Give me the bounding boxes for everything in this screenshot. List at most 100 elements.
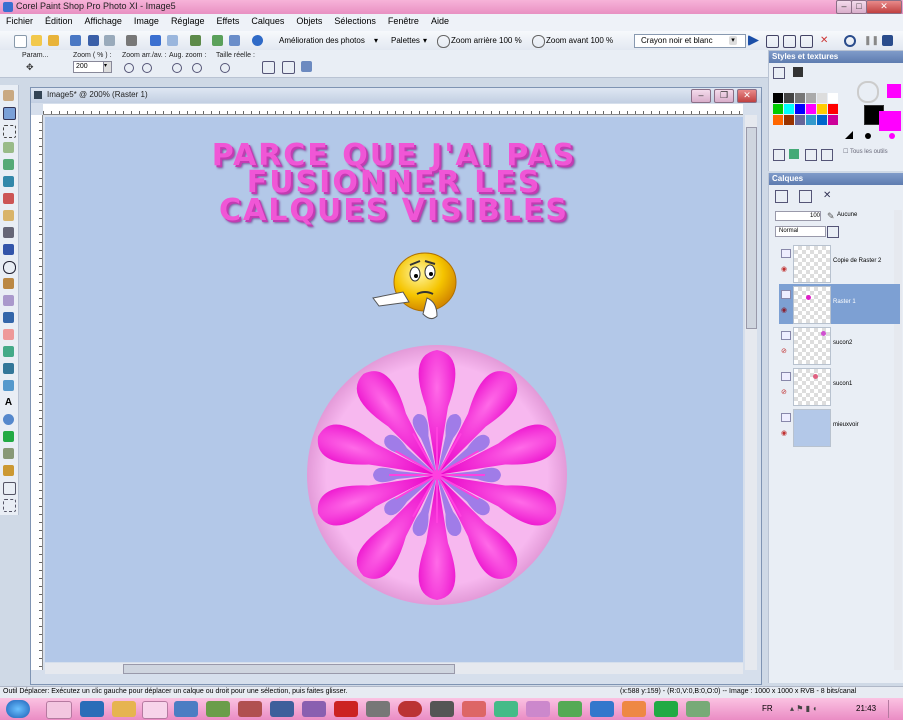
folder-task-icon[interactable] bbox=[112, 701, 136, 717]
layer-row[interactable]: ⊘ sucon2 bbox=[779, 325, 900, 365]
stop-icon[interactable] bbox=[882, 35, 893, 46]
actual-size-icon[interactable] bbox=[220, 63, 230, 73]
new-layer-icon[interactable] bbox=[775, 190, 788, 203]
save-as-icon[interactable] bbox=[104, 35, 115, 46]
app4-task-icon[interactable] bbox=[270, 701, 294, 717]
selection-tool-icon[interactable] bbox=[3, 125, 16, 138]
text-tool-icon[interactable]: A bbox=[3, 397, 14, 408]
dropper-tool-icon[interactable] bbox=[3, 142, 14, 153]
fit-window-icon[interactable] bbox=[262, 61, 275, 74]
menu-image[interactable]: Image bbox=[128, 14, 165, 26]
red-eye-tool-icon[interactable] bbox=[3, 193, 14, 204]
show-desktop-button[interactable] bbox=[888, 700, 901, 718]
straighten-tool-icon[interactable] bbox=[3, 176, 14, 187]
object-selector-icon[interactable] bbox=[3, 482, 16, 495]
app11-task-icon[interactable] bbox=[494, 701, 518, 717]
eye-icon[interactable]: ⊘ bbox=[781, 388, 787, 396]
app3-task-icon[interactable] bbox=[238, 701, 262, 717]
app17-task-icon[interactable] bbox=[686, 701, 710, 717]
shape-tool-icon[interactable] bbox=[3, 261, 16, 274]
zoom-more-icon[interactable] bbox=[172, 63, 182, 73]
layer-visibility-toggle[interactable] bbox=[781, 331, 791, 340]
fit-screen-icon[interactable] bbox=[301, 61, 312, 72]
eye-icon[interactable]: ◉ bbox=[781, 429, 787, 437]
preset-shape-icon[interactable] bbox=[3, 414, 14, 425]
crop-tool-icon[interactable] bbox=[3, 159, 14, 170]
layer-row-selected[interactable]: ◉ Raster 1 bbox=[779, 284, 900, 324]
app16-task-icon[interactable] bbox=[654, 701, 678, 717]
horizontal-scroll-thumb[interactable] bbox=[123, 664, 455, 674]
layer-visibility-toggle[interactable] bbox=[781, 413, 791, 422]
maximize-button[interactable]: □ bbox=[851, 0, 867, 14]
menu-reglage[interactable]: Réglage bbox=[165, 14, 211, 26]
app8-task-icon[interactable] bbox=[398, 701, 422, 717]
layer-row[interactable]: ◉ mieuxvoir bbox=[779, 407, 900, 447]
zoom-in-icon[interactable] bbox=[532, 35, 545, 48]
zoom-out-button[interactable]: Zoom arrière 100 % bbox=[451, 36, 522, 45]
color-tab-icon[interactable] bbox=[793, 67, 803, 77]
zoom-out-icon[interactable] bbox=[437, 35, 450, 48]
minimize-button[interactable]: – bbox=[836, 0, 852, 14]
menu-objets[interactable]: Objets bbox=[290, 14, 328, 26]
zoom-less-icon[interactable] bbox=[192, 63, 202, 73]
background-color-swatch[interactable] bbox=[879, 111, 901, 131]
clone-tool-icon[interactable] bbox=[3, 227, 14, 238]
swatch-tab-icon[interactable] bbox=[773, 67, 785, 79]
app14-task-icon[interactable] bbox=[590, 701, 614, 717]
eye-icon[interactable]: ⊘ bbox=[781, 347, 787, 355]
lighten-tool-icon[interactable] bbox=[3, 312, 14, 323]
media-task-icon[interactable] bbox=[80, 701, 104, 717]
script-list-icon[interactable] bbox=[783, 35, 796, 48]
script-edit-icon[interactable] bbox=[766, 35, 779, 48]
menu-effets[interactable]: Effets bbox=[210, 14, 245, 26]
app15-task-icon[interactable] bbox=[622, 701, 646, 717]
color-swatches[interactable] bbox=[773, 93, 838, 137]
record-icon[interactable] bbox=[844, 35, 856, 47]
texture-icon[interactable] bbox=[789, 149, 799, 159]
pen-tool-icon[interactable] bbox=[3, 431, 14, 442]
select-arrow-icon[interactable]: ▾ bbox=[729, 36, 737, 45]
layer-visibility-toggle[interactable] bbox=[781, 290, 791, 299]
swap-colors-icon[interactable] bbox=[845, 131, 853, 139]
fit-image-icon[interactable] bbox=[282, 61, 295, 74]
stop-script-icon[interactable]: ✕ bbox=[820, 35, 831, 46]
layer-visibility-toggle[interactable] bbox=[781, 249, 791, 258]
fill-tool-icon[interactable] bbox=[3, 346, 14, 357]
menu-fenetre[interactable]: Fenêtre bbox=[382, 14, 425, 26]
vertical-scroll-thumb[interactable] bbox=[746, 127, 757, 329]
language-indicator[interactable]: FR bbox=[762, 704, 773, 713]
lock-icon[interactable] bbox=[827, 226, 839, 238]
palettes-menu[interactable]: Palettes bbox=[391, 36, 420, 45]
app10-task-icon[interactable] bbox=[462, 701, 486, 717]
doc-restore-button[interactable]: ❐ bbox=[714, 89, 734, 103]
gradient-icon[interactable] bbox=[805, 149, 817, 161]
undo-icon[interactable] bbox=[150, 35, 161, 46]
deform-tool-icon[interactable] bbox=[3, 499, 16, 512]
layer-row[interactable]: ◉ Copie de Raster 2 bbox=[779, 243, 900, 283]
zoom-in-button[interactable]: Zoom avant 100 % bbox=[546, 36, 613, 45]
pattern-icon[interactable] bbox=[821, 149, 833, 161]
opacity-slider[interactable]: 100 bbox=[775, 211, 821, 221]
menu-edition[interactable]: Édition bbox=[39, 14, 79, 26]
eye-icon[interactable]: ◉ bbox=[781, 265, 787, 273]
color-replacer-icon[interactable] bbox=[3, 380, 14, 391]
menu-affichage[interactable]: Affichage bbox=[79, 14, 128, 26]
app7-task-icon[interactable] bbox=[366, 701, 390, 717]
app12-task-icon[interactable] bbox=[526, 701, 550, 717]
open-folder-icon[interactable] bbox=[31, 35, 42, 46]
print-icon[interactable] bbox=[126, 35, 137, 46]
layer-mask-icon[interactable] bbox=[799, 190, 812, 203]
start-button[interactable] bbox=[6, 700, 30, 718]
menu-selections[interactable]: Sélections bbox=[328, 14, 382, 26]
doc-close-button[interactable]: ✕ bbox=[737, 89, 757, 103]
vertical-scrollbar[interactable] bbox=[745, 115, 757, 670]
zoom-input[interactable]: 200 bbox=[73, 61, 105, 73]
horizontal-scrollbar[interactable] bbox=[45, 663, 743, 674]
blend-mode-select[interactable]: Normal bbox=[775, 226, 826, 237]
mesh-warp-icon[interactable] bbox=[3, 465, 14, 476]
delete-layer-icon[interactable]: ✕ bbox=[823, 190, 834, 201]
styles-option-icon[interactable] bbox=[773, 149, 785, 161]
paint-brush-tool-icon[interactable] bbox=[3, 278, 14, 289]
app5-task-icon[interactable] bbox=[302, 701, 326, 717]
warp-tool-icon[interactable] bbox=[3, 448, 14, 459]
